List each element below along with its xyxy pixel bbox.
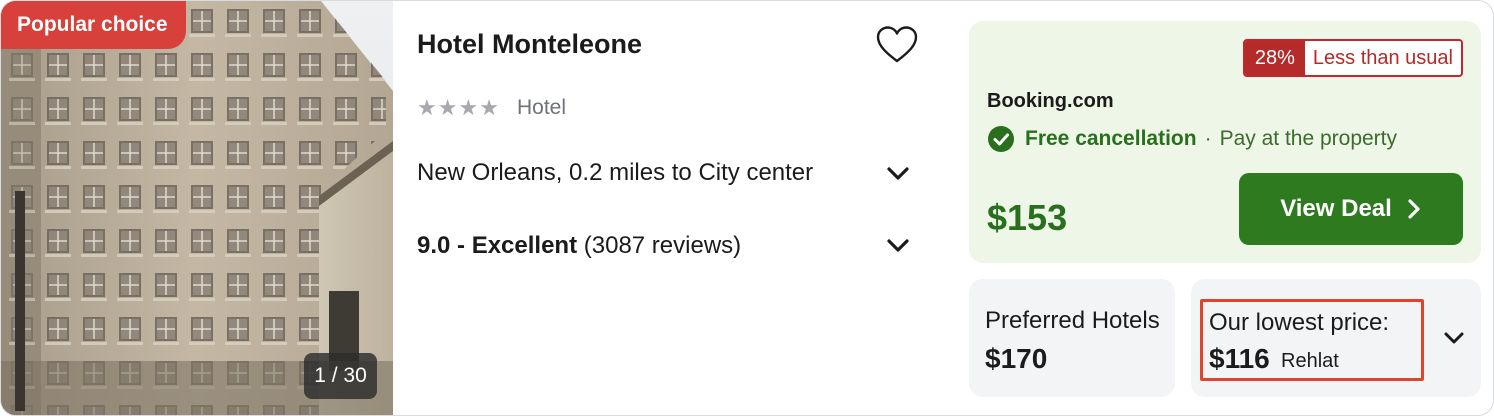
discount-badge: 28% Less than usual <box>1242 39 1463 77</box>
cancellation-info: Free cancellation · Pay at the property <box>987 125 1397 153</box>
offer-preferred-hotels[interactable]: Preferred Hotels $170 <box>969 279 1175 397</box>
hotel-type: Hotel <box>517 96 567 119</box>
star-icon: ★ <box>479 95 499 120</box>
pay-option: Pay at the property <box>1219 127 1398 150</box>
view-deal-label: View Deal <box>1280 195 1392 222</box>
offer-provider-name: Preferred Hotels <box>985 307 1160 334</box>
deal-provider: Booking.com <box>987 90 1114 112</box>
offer-provider-name: Rehlat <box>1281 350 1339 372</box>
separator-dot: · <box>1204 127 1212 150</box>
star-icon: ★ <box>417 95 437 120</box>
discount-percent: 28% <box>1244 41 1305 75</box>
review-rating: 9.0 - Excellent (3087 reviews) <box>417 232 741 260</box>
check-circle-icon <box>988 126 1014 152</box>
featured-deal[interactable]: 28% Less than usual Booking.com Free can… <box>969 21 1481 263</box>
hotel-result-card[interactable]: Popular choice 1 / 30 Hotel Monteleone ★… <box>0 0 1494 416</box>
offer-price: $116 <box>1209 343 1270 374</box>
more-offers-chevron-down-icon[interactable] <box>1443 327 1465 349</box>
hotel-name[interactable]: Hotel Monteleone <box>417 29 642 60</box>
favorite-heart-icon[interactable] <box>873 23 921 67</box>
offer-lowest-price[interactable]: Our lowest price: $116 Rehlat <box>1191 279 1481 397</box>
review-count: (3087 reviews) <box>583 232 742 259</box>
hotel-photo[interactable]: Popular choice 1 / 30 <box>1 1 393 415</box>
photo-counter: 1 / 30 <box>304 353 377 399</box>
offer-price: $170 <box>985 343 1048 374</box>
hotel-location: New Orleans, 0.2 miles to City center <box>417 159 814 186</box>
star-rating: ★ ★ ★ ★ <box>417 97 499 119</box>
free-cancellation: Free cancellation <box>1025 127 1197 150</box>
lowest-price-label: Our lowest price: <box>1209 309 1390 336</box>
popular-choice-badge: Popular choice <box>1 1 186 49</box>
chevron-right-icon <box>1408 199 1420 219</box>
star-icon: ★ <box>458 95 479 120</box>
discount-text: Less than usual <box>1312 46 1453 69</box>
hotel-info: Hotel Monteleone ★ ★ ★ ★ Hotel New Orlea… <box>393 1 953 415</box>
rating-label: 9.0 - Excellent <box>417 232 578 259</box>
location-chevron-down-icon[interactable] <box>885 161 911 187</box>
rating-chevron-down-icon[interactable] <box>885 233 911 259</box>
view-deal-button[interactable]: View Deal <box>1239 173 1463 245</box>
star-icon: ★ <box>437 95 458 120</box>
deal-price: $153 <box>987 197 1068 238</box>
